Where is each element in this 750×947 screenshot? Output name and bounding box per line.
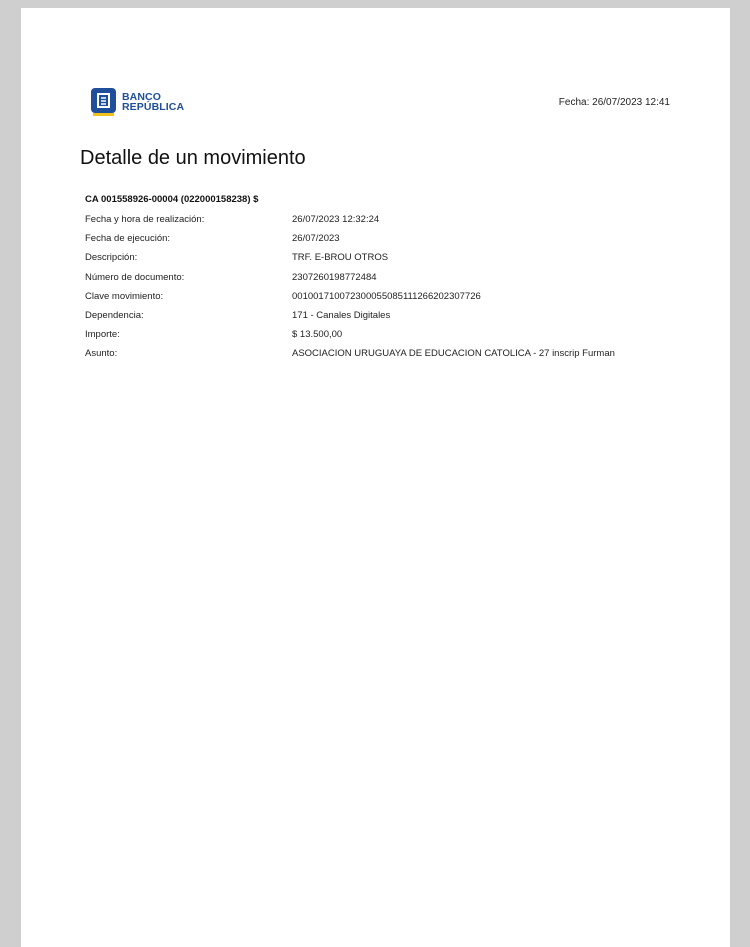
detail-value: $ 13.500,00 <box>292 329 343 341</box>
print-date: Fecha: 26/07/2023 12:41 <box>558 97 670 108</box>
detail-value: 2307260198772484 <box>292 271 377 283</box>
detail-label: Número de documento: <box>85 271 185 283</box>
detail-row-fecha-realizacion: Fecha y hora de realización: 26/07/2023 … <box>85 210 615 229</box>
detail-value: 001001710072300055085111266202307726 <box>292 290 481 302</box>
detail-label: Asunto: <box>85 348 118 360</box>
detail-row-fecha-ejecucion: Fecha de ejecución: 26/07/2023 <box>85 229 615 248</box>
bank-logo: BANCO REPÚBLICA <box>91 88 184 116</box>
detail-row-asunto: Asunto: ASOCIACION URUGUAYA DE EDUCACION… <box>85 344 615 363</box>
details-list: Fecha y hora de realización: 26/07/2023 … <box>85 210 615 364</box>
banco-republica-logo-icon <box>91 88 116 116</box>
detail-row-dependencia: Dependencia: 171 - Canales Digitales <box>85 306 615 325</box>
detail-value: ASOCIACION URUGUAYA DE EDUCACION CATOLIC… <box>292 348 615 360</box>
detail-label: Dependencia: <box>85 310 144 322</box>
account-number: CA 001558926-00004 (022000158238) $ <box>85 194 259 205</box>
bank-name: BANCO REPÚBLICA <box>122 92 185 113</box>
detail-row-importe: Importe: $ 13.500,00 <box>85 325 615 344</box>
detail-value: 26/07/2023 12:32:24 <box>292 214 380 226</box>
detail-value: 26/07/2023 <box>292 233 340 245</box>
detail-row-clave-movimiento: Clave movimiento: 0010017100723000550851… <box>85 287 615 306</box>
detail-label: Importe: <box>85 329 120 341</box>
detail-row-descripcion: Descripción: TRF. E-BROU OTROS <box>85 248 615 267</box>
detail-value: 171 - Canales Digitales <box>292 310 391 322</box>
detail-value: TRF. E-BROU OTROS <box>292 252 389 264</box>
document-page: BANCO REPÚBLICA Fecha: 26/07/2023 12:41 … <box>21 8 730 947</box>
bank-name-line2: REPÚBLICA <box>122 101 185 113</box>
detail-row-numero-documento: Número de documento: 2307260198772484 <box>85 268 615 287</box>
detail-label: Clave movimiento: <box>85 290 164 302</box>
detail-label: Fecha de ejecución: <box>85 233 171 245</box>
page-title: Detalle de un movimiento <box>80 147 306 169</box>
detail-label: Descripción: <box>85 252 138 264</box>
detail-label: Fecha y hora de realización: <box>85 214 205 226</box>
